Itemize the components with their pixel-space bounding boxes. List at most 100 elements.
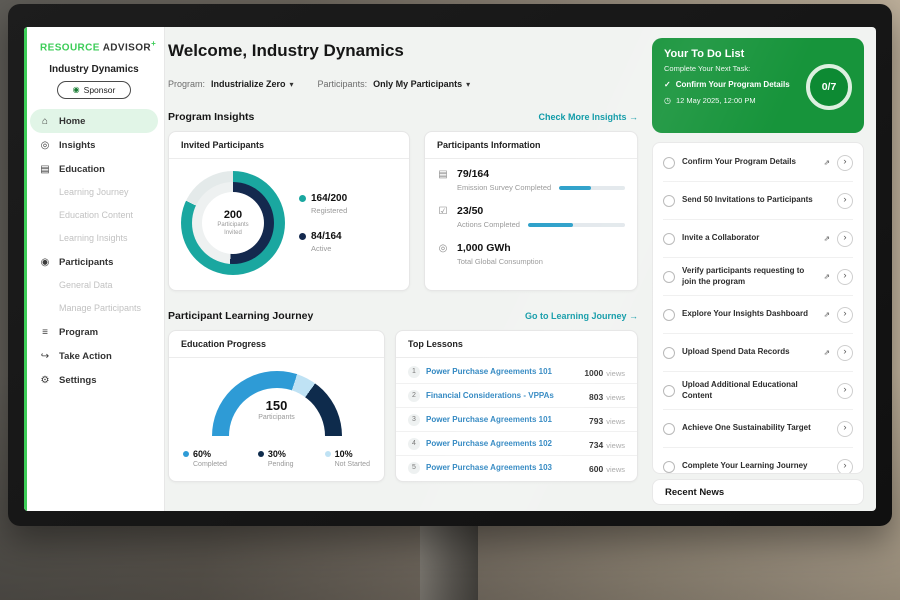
top-lessons-body: 1 Power Purchase Agreements 101 1000view… — [396, 358, 637, 479]
task-checkbox[interactable] — [663, 157, 675, 169]
chevron-right-icon[interactable]: › — [837, 193, 853, 209]
chevron-right-icon[interactable]: › — [837, 231, 853, 247]
participants-select[interactable]: Participants: Only My Participants ▾ — [318, 79, 471, 89]
lesson-link[interactable]: Financial Considerations - VPPAs — [426, 391, 583, 400]
external-link-icon: ⇗ — [824, 272, 830, 281]
lesson-row: 5 Power Purchase Agreements 103 600views — [396, 456, 637, 479]
rank-badge: 1 — [408, 366, 420, 378]
task-checkbox[interactable] — [663, 461, 675, 473]
participants-label: Participants: — [318, 79, 368, 89]
task-item-upload-spend-data[interactable]: Upload Spend Data Records ⇗ › — [663, 334, 853, 372]
task-checkbox[interactable] — [663, 309, 675, 321]
program-label: Program: — [168, 79, 205, 89]
sidebar-item-home[interactable]: ⌂ Home — [30, 109, 158, 133]
task-checkbox[interactable] — [663, 423, 675, 435]
arrow-right-icon: → — [629, 311, 638, 321]
page-title: Welcome, Industry Dynamics — [168, 41, 404, 61]
invited-donut-center: 200 Participants Invited — [202, 192, 264, 254]
gauge-center: 150 Participants — [212, 398, 342, 421]
chevron-right-icon[interactable]: › — [837, 383, 853, 399]
chevron-right-icon[interactable]: › — [837, 155, 853, 171]
clock-icon: ◷ — [664, 96, 671, 105]
task-checkbox[interactable] — [663, 347, 675, 359]
sponsor-icon: ◉ — [73, 86, 80, 94]
chevron-right-icon[interactable]: › — [837, 459, 853, 475]
sidebar-item-manage-participants[interactable]: Manage Participants — [24, 297, 164, 320]
program-select[interactable]: Program: Industrialize Zero ▾ — [168, 79, 294, 89]
check-more-insights-link[interactable]: Check More Insights → — [538, 112, 638, 122]
todo-title: Your To Do List — [664, 48, 804, 60]
task-checkbox[interactable] — [663, 233, 675, 245]
legend-item: 30% Pending — [258, 449, 294, 468]
task-item-upload-educational-content[interactable]: Upload Additional Educational Content › — [663, 372, 853, 410]
chevron-right-icon[interactable]: › — [837, 307, 853, 323]
card-title: Participants Information — [425, 132, 637, 159]
task-item-achieve-sustainability-target[interactable]: Achieve One Sustainability Target › — [663, 410, 853, 448]
education-icon: ▤ — [39, 164, 51, 175]
sidebar-item-insights[interactable]: ◎ Insights — [24, 133, 164, 157]
lesson-link[interactable]: Power Purchase Agreements 101 — [426, 415, 583, 424]
sidebar-item-take-action[interactable]: ↪ Take Action — [24, 344, 164, 368]
program-value: Industrialize Zero — [211, 79, 286, 89]
sidebar-item-settings[interactable]: ⚙ Settings — [24, 368, 164, 392]
logo-resource: RESOURCE — [40, 42, 100, 53]
participants-information-card: Participants Information ▤79/164 Emissio… — [424, 131, 638, 291]
sidebar-item-general-data[interactable]: General Data — [24, 274, 164, 297]
invited-legend: 164/200 Registered 84/164 Active — [299, 193, 347, 253]
task-item-invite-collaborator[interactable]: Invite a Collaborator ⇗ › — [663, 220, 853, 258]
lesson-link[interactable]: Power Purchase Agreements 103 — [426, 463, 583, 472]
invited-participants-body: 200 Participants Invited 164/200 Registe… — [169, 159, 409, 275]
invited-legend-dot — [299, 195, 306, 202]
info-row-actions: ☑23/50 Actions Completed — [437, 205, 625, 229]
sidebar-item-participants[interactable]: ◉ Participants — [24, 250, 164, 274]
invited-participants-card: Invited Participants 200 Participants In… — [168, 131, 410, 291]
gauge-legend-dot — [183, 451, 189, 457]
todo-next-task[interactable]: ✓Confirm Your Program Details — [664, 80, 804, 90]
task-checkbox[interactable] — [663, 385, 675, 397]
task-item-confirm-program[interactable]: Confirm Your Program Details ⇗ › — [663, 144, 853, 182]
take-action-icon: ↪ — [39, 351, 51, 362]
rank-badge: 4 — [408, 438, 420, 450]
todo-summary-card: Your To Do List Complete Your Next Task:… — [652, 38, 864, 133]
consumption-icon: ◎ — [437, 243, 449, 254]
task-item-verify-participants[interactable]: Verify participants requesting to join t… — [663, 258, 853, 296]
info-progress-fill — [528, 223, 573, 227]
dashboard-screen: RESOURCE ADVISOR+ Industry Dynamics ◉ Sp… — [24, 27, 876, 511]
sidebar-item-label: Insights — [59, 140, 95, 151]
settings-icon: ⚙ — [39, 375, 51, 386]
chevron-right-icon[interactable]: › — [837, 421, 853, 437]
todo-summary-text: Your To Do List Complete Your Next Task:… — [664, 48, 804, 105]
participants-icon: ◉ — [39, 257, 51, 268]
recent-news-title: Recent News — [665, 487, 724, 498]
donut-center-label: Participants Invited — [211, 222, 255, 237]
sidebar-item-learning-journey[interactable]: Learning Journey — [24, 181, 164, 204]
task-checkbox[interactable] — [663, 271, 675, 283]
gauge-legend-dot — [258, 451, 264, 457]
task-item-complete-learning-journey[interactable]: Complete Your Learning Journey › — [663, 448, 853, 474]
sidebar-item-label: Education — [59, 164, 105, 175]
photo-background: RESOURCE ADVISOR+ Industry Dynamics ◉ Sp… — [0, 0, 900, 600]
info-row-emission-survey: ▤79/164 Emission Survey Completed — [437, 168, 625, 192]
rank-badge: 2 — [408, 390, 420, 402]
task-checkbox[interactable] — [663, 195, 675, 207]
recent-news-card[interactable]: Recent News — [652, 479, 864, 505]
legend-item: 60% Completed — [183, 449, 227, 468]
sidebar-item-education-content[interactable]: Education Content — [24, 204, 164, 227]
sidebar-item-learning-insights[interactable]: Learning Insights — [24, 227, 164, 250]
top-lessons-card: Top Lessons 1 Power Purchase Agreements … — [395, 330, 638, 482]
chevron-down-icon: ▾ — [290, 80, 294, 89]
chevron-right-icon[interactable]: › — [837, 269, 853, 285]
sidebar-item-program[interactable]: ≡ Program — [24, 320, 164, 344]
task-item-explore-insights[interactable]: Explore Your Insights Dashboard ⇗ › — [663, 296, 853, 334]
lesson-link[interactable]: Power Purchase Agreements 102 — [426, 439, 583, 448]
section-title: Participant Learning Journey — [168, 310, 313, 322]
check-icon: ✓ — [664, 80, 671, 90]
task-item-send-invitations[interactable]: Send 50 Invitations to Participants › — [663, 182, 853, 220]
go-to-learning-journey-link[interactable]: Go to Learning Journey → — [525, 311, 638, 321]
sponsor-badge[interactable]: ◉ Sponsor — [57, 81, 131, 99]
lesson-link[interactable]: Power Purchase Agreements 101 — [426, 367, 578, 376]
info-row-consumption: ◎1,000 GWh Total Global Consumption — [437, 242, 625, 266]
donut-center-value: 200 — [224, 209, 242, 221]
sidebar-item-education[interactable]: ▤ Education — [24, 157, 164, 181]
chevron-right-icon[interactable]: › — [837, 345, 853, 361]
